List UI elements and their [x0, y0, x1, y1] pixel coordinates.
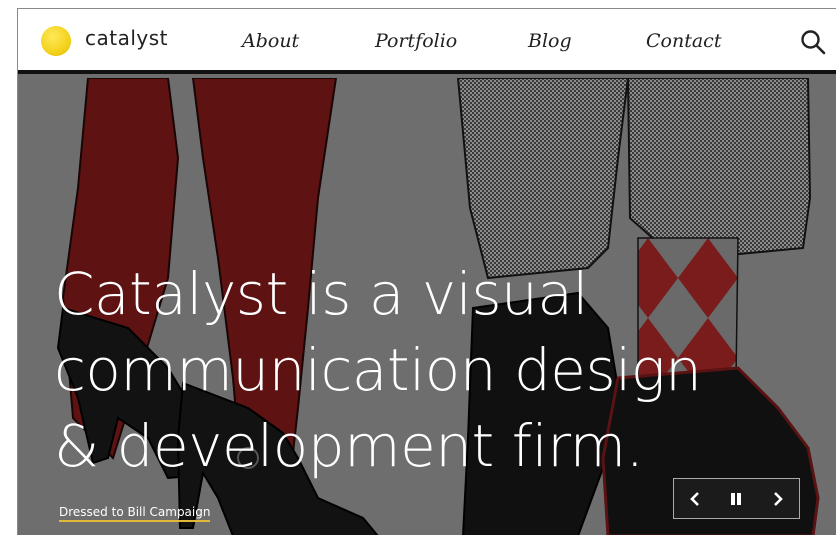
pause-icon — [731, 492, 742, 505]
search-icon[interactable] — [800, 29, 826, 55]
next-slide-button[interactable] — [763, 484, 793, 514]
slider-controls — [673, 478, 800, 519]
site-logo[interactable]: catalyst — [41, 26, 168, 56]
nav-blog-link[interactable]: Blog — [528, 30, 572, 52]
hero-banner: Catalyst is a visual communication desig… — [18, 78, 836, 535]
headline-line-3: & development firm. — [54, 412, 644, 480]
logo-circle-icon — [41, 26, 71, 56]
nav-portfolio-link[interactable]: Portfolio — [375, 30, 457, 52]
nav-about-link[interactable]: About — [242, 30, 299, 52]
website-frame: catalyst About Portfolio Blog Contact Ca… — [17, 8, 836, 535]
site-header: catalyst About Portfolio Blog Contact — [18, 9, 836, 74]
logo-text: catalyst — [85, 26, 169, 50]
chevron-left-icon — [689, 491, 699, 506]
prev-slide-button[interactable] — [680, 484, 710, 514]
pause-slide-button[interactable] — [721, 484, 751, 514]
campaign-caption-link[interactable]: Dressed to Bill Campaign — [59, 505, 211, 522]
headline-line-2: communication design — [54, 336, 702, 404]
hero-headline: Catalyst is a visual communication desig… — [54, 256, 774, 484]
nav-contact-link[interactable]: Contact — [646, 30, 721, 52]
chevron-right-icon — [774, 491, 783, 506]
headline-line-1: Catalyst is a visual — [54, 260, 588, 328]
